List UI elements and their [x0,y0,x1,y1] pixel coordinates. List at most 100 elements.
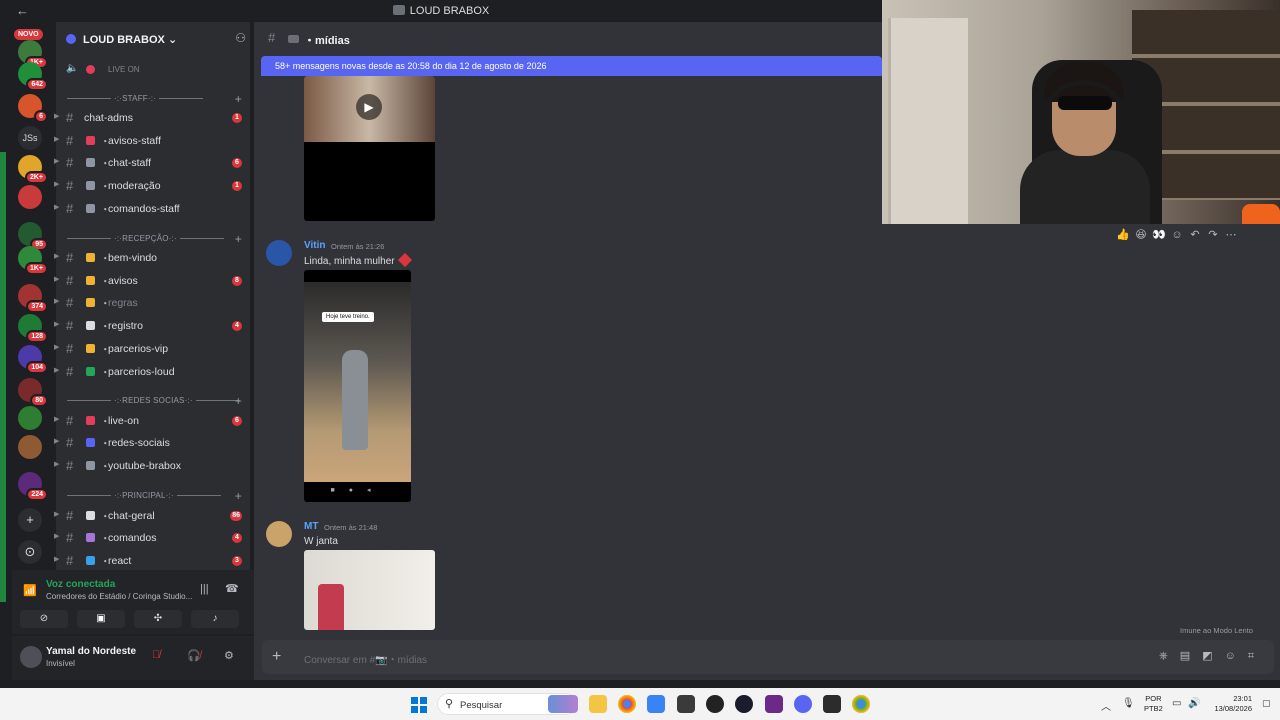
channel-item[interactable]: ▶ # ・ react 3 [54,551,250,571]
create-channel-icon[interactable]: + [235,489,242,503]
play-icon[interactable]: ▶ [356,94,382,120]
explore-servers-button[interactable]: ⊙ [18,540,42,564]
gift-icon[interactable]: ⎈ [1159,650,1180,662]
clock[interactable]: 23:01 13/08/2026 [1206,694,1252,714]
add-server-button[interactable]: + [18,508,42,532]
channel-item[interactable]: ▶ # ・ chat-geral 86 [54,506,250,526]
expand-arrow-icon[interactable]: ▶ [54,297,59,305]
disconnect-icon[interactable]: ☎ [225,582,239,595]
server-icon[interactable]: 1K+ [18,40,48,69]
image-attachment[interactable]: Hoje teve treino. ■●◂ [304,270,411,502]
settings-gear-icon[interactable]: ⚙ [224,649,234,662]
server-header[interactable]: LOUD BRABOX ⌄ ⚇ [56,22,250,56]
video-attachment[interactable]: ▶ [304,76,435,221]
soundboard-button[interactable]: ♪ [191,610,239,628]
expand-arrow-icon[interactable]: ▶ [54,135,59,143]
deafen-icon[interactable]: 🎧̸ [187,649,201,662]
server-icon[interactable] [18,406,42,430]
channel-category[interactable]: ·:·PRINCIPAL·:· + [64,489,248,503]
new-messages-banner[interactable]: 58+ mensagens novas desde as 20:58 do di… [261,56,882,76]
server-icon[interactable]: 80 [18,378,48,407]
avatar[interactable] [20,646,42,668]
more-icon[interactable]: ⋯ [1222,228,1240,241]
microphone-icon[interactable]: 🎙 [1122,698,1135,709]
server-icon[interactable]: 224 [18,472,48,501]
gif-icon[interactable]: ▤ [1180,650,1202,662]
chrome-icon[interactable] [852,695,870,713]
grin-icon[interactable]: 😆 [1132,228,1150,241]
discord-icon[interactable] [794,695,812,713]
channel-item[interactable]: ▶ # ・ parcerios-loud [54,362,250,382]
expand-arrow-icon[interactable]: ▶ [54,510,59,518]
message-input[interactable]: Conversar em #📷・mídias [304,651,427,666]
terminal-icon[interactable] [823,695,841,713]
channel-item[interactable]: ▶ # ・ avisos 8 [54,271,250,291]
channel-item[interactable]: ▶ # ・ avisos-staff [54,131,250,151]
signal-icon[interactable]: 📶 [23,584,37,597]
channel-item[interactable]: ▶ # ・ redes-sociais [54,433,250,453]
user-name[interactable]: Yamal do Nordeste [46,646,136,657]
widgets-icon[interactable] [548,695,578,713]
image-attachment[interactable] [304,550,435,630]
add-attachment-icon[interactable]: + [272,648,281,666]
server-icon[interactable] [18,435,42,459]
volume-icon[interactable]: 🔊 [1188,698,1200,709]
server-icon[interactable]: 104 [18,345,48,374]
channel-category[interactable]: ·:·RECEPÇÃO·:· + [64,232,248,246]
avatar[interactable] [266,240,292,266]
network-icon[interactable]: ▭ [1172,698,1181,709]
server-icon[interactable]: 2K+ [18,155,48,184]
server-icon[interactable]: 95 [18,222,48,251]
forward-icon[interactable]: ↷ [1204,228,1222,241]
create-channel-icon[interactable]: + [235,232,242,246]
server-icon[interactable]: 642 [18,62,48,91]
app-icon-arrow[interactable] [735,695,753,713]
screen-share-button[interactable]: ▣ [77,610,125,628]
message-composer[interactable]: + Conversar em #📷・mídias ⎈▤◩☺⌗ [262,640,1274,674]
live-on-row[interactable]: 🔈 LIVE ON [56,60,250,80]
server-js[interactable]: JSs [18,126,42,150]
channel-item[interactable]: ▶ # ・ comandos-staff [54,199,250,219]
add-reaction-icon[interactable]: ☺ [1168,229,1186,241]
expand-arrow-icon[interactable]: ▶ [54,555,59,563]
channel-item[interactable]: ▶ # ・ chat-staff 6 [54,153,250,173]
chrome-icon[interactable] [618,695,636,713]
server-icon[interactable]: 374 [18,284,48,313]
camera-off-button[interactable]: ⊘ [20,610,68,628]
mute-mic-icon[interactable]: 🎙̸ [152,649,160,661]
windows-start-icon[interactable] [411,697,427,713]
expand-arrow-icon[interactable]: ▶ [54,415,59,423]
avatar[interactable] [266,521,292,547]
emoji-icon[interactable]: ☺ [1225,650,1248,662]
channel-category[interactable]: ·:·REDES SOCIAS·:· + [64,394,248,408]
create-channel-icon[interactable]: + [235,394,242,408]
channel-item[interactable]: ▶ # ・ regras [54,293,250,313]
notification-icon[interactable]: ▢ [1262,698,1271,709]
invite-people-icon[interactable]: ⚇ [235,31,246,45]
create-channel-icon[interactable]: + [235,92,242,106]
server-icon[interactable]: 6 [18,94,48,123]
channel-category[interactable]: ·:·STAFF·:· + [64,92,248,106]
expand-arrow-icon[interactable]: ▶ [54,437,59,445]
channel-item[interactable]: ▶ # chat-adms 1 [54,108,250,128]
language-indicator[interactable]: POR PTB2 [1144,694,1163,714]
expand-arrow-icon[interactable]: ▶ [54,275,59,283]
voice-channel-path[interactable]: Corredores do Estádio / Coringa Studio..… [46,592,192,601]
expand-arrow-icon[interactable]: ▶ [54,532,59,540]
expand-arrow-icon[interactable]: ▶ [54,460,59,468]
expand-arrow-icon[interactable]: ▶ [54,180,59,188]
channel-item[interactable]: ▶ # ・ registro 4 [54,316,250,336]
message-author[interactable]: MT [304,521,318,532]
server-icon[interactable]: 1K+ [18,246,48,275]
file-explorer-icon[interactable] [589,695,607,713]
kick-icon[interactable] [765,695,783,713]
obs-icon[interactable] [706,695,724,713]
sticker-icon[interactable]: ◩ [1202,650,1224,662]
channel-item[interactable]: ▶ # ・ comandos 4 [54,528,250,548]
server-icon[interactable]: 128 [18,314,48,343]
tray-chevron-icon[interactable]: ︿ [1101,698,1111,713]
app-icon-blue[interactable] [647,695,665,713]
apps-icon[interactable]: ⌗ [1248,650,1266,662]
reply-icon[interactable]: ↶ [1186,228,1204,241]
voice-status[interactable]: Voz conectada [46,579,115,590]
